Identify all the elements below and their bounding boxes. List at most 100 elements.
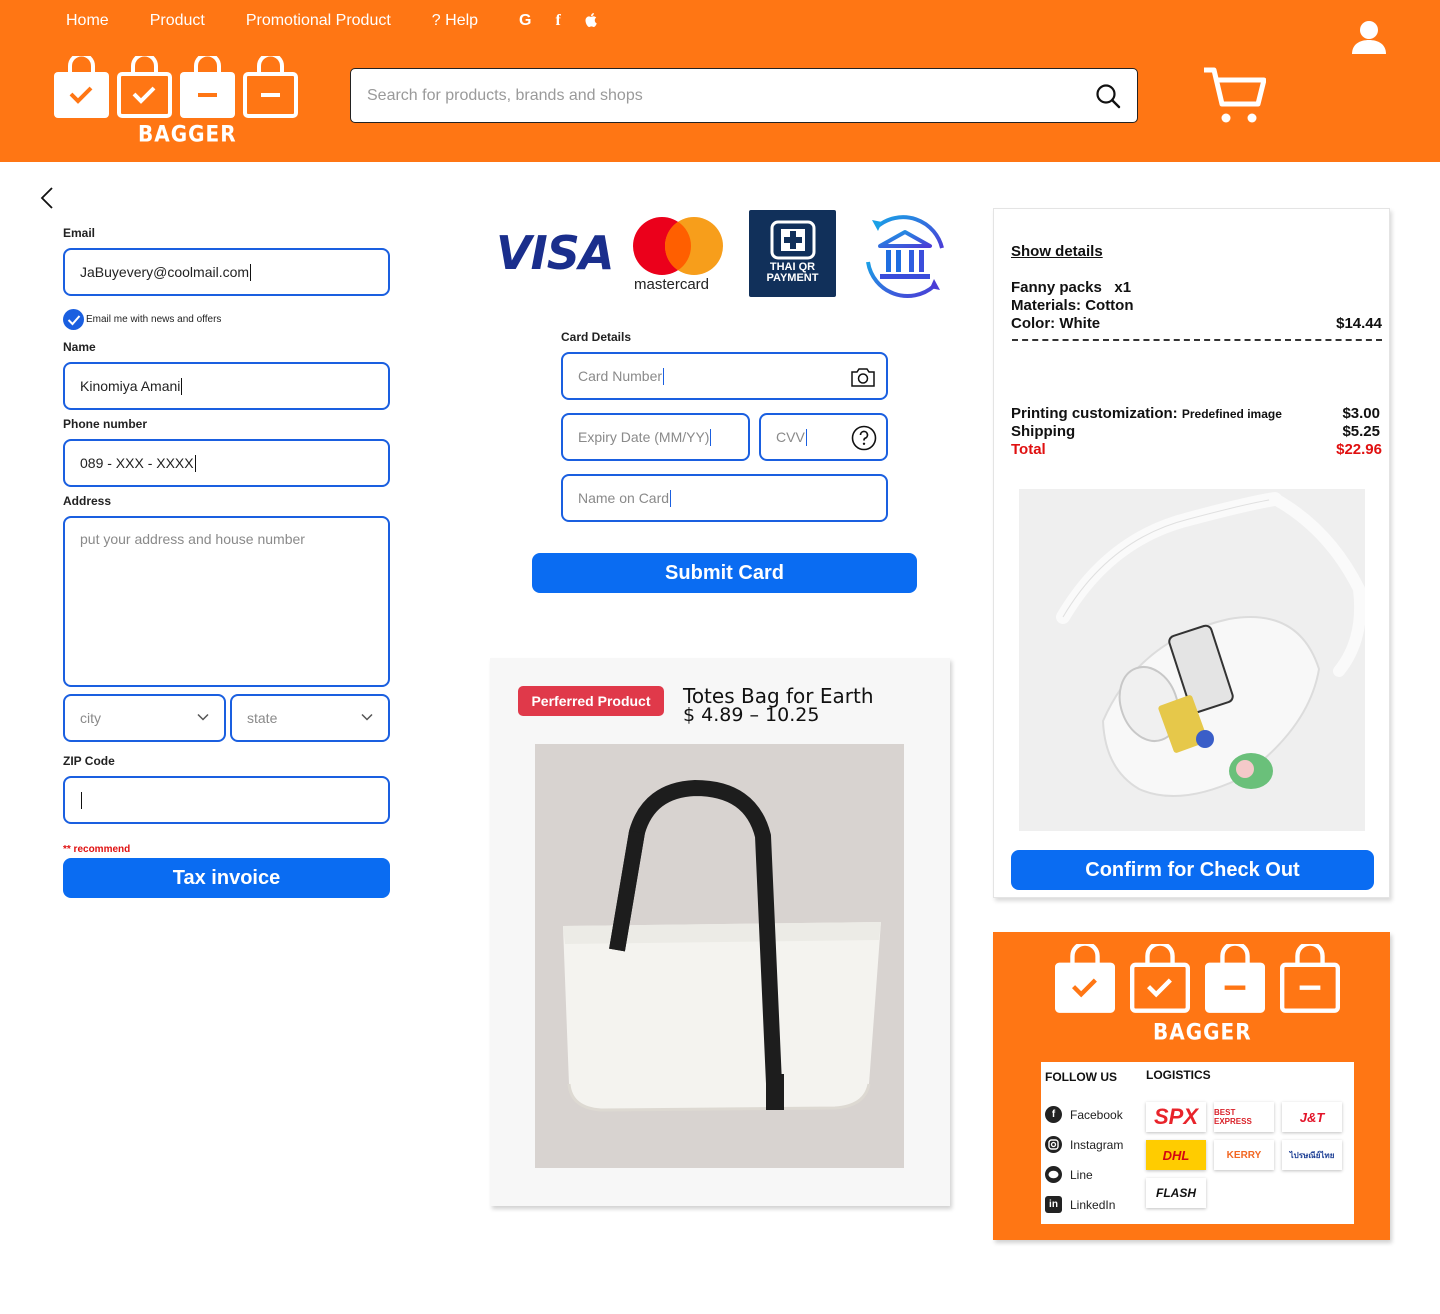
name-on-card-placeholder: Name on Card [578, 490, 670, 506]
thai-qr-payment-logo[interactable]: THAI QR PAYMENT [749, 210, 836, 297]
card-number-placeholder: Card Number [578, 368, 663, 384]
mastercard-icon[interactable] [630, 216, 726, 276]
phone-field[interactable]: 089 - XXX - XXXX [63, 439, 390, 487]
instagram-icon [1045, 1136, 1062, 1153]
qr-icon [770, 220, 816, 260]
kerry-logo[interactable]: KERRY [1214, 1140, 1274, 1170]
recommend-note: ** recommend [63, 844, 131, 855]
footer-link-facebook[interactable]: f Facebook [1045, 1106, 1123, 1123]
back-arrow-icon[interactable] [38, 186, 56, 210]
bag-minus-icon [180, 56, 235, 118]
nav-home[interactable]: Home [66, 12, 109, 30]
search-icon[interactable] [1095, 83, 1121, 109]
nav-help[interactable]: ? Help [432, 12, 478, 30]
email-value: JaBuyevery@coolmail.com [80, 264, 250, 280]
phone-value: 089 - XXX - XXXX [80, 455, 194, 471]
brand-logo[interactable]: BAGGER [54, 56, 304, 150]
name-on-card-field[interactable]: Name on Card [561, 474, 888, 522]
help-circle-icon[interactable] [851, 425, 877, 451]
footer-brand-name: BAGGER [1153, 1018, 1252, 1046]
text-caret [194, 454, 196, 472]
expiry-placeholder: Expiry Date (MM/YY) [578, 429, 710, 445]
tax-invoice-button[interactable]: Tax invoice [63, 858, 390, 898]
state-select[interactable]: state [230, 694, 390, 742]
qr-label: THAI QR PAYMENT [766, 261, 819, 284]
phone-label: Phone number [63, 417, 148, 431]
city-select[interactable]: city [63, 694, 226, 742]
state-placeholder: state [247, 710, 278, 726]
nav-product[interactable]: Product [150, 12, 205, 30]
line-icon [1045, 1166, 1062, 1183]
preferred-product-badge: Perferred Product [518, 686, 664, 716]
zip-label: ZIP Code [63, 754, 115, 768]
jt-express-logo[interactable]: J&T [1282, 1102, 1342, 1132]
dhl-logo[interactable]: DHL [1146, 1140, 1206, 1170]
item-materials: Materials: Cotton [1011, 297, 1134, 314]
facebook-icon: f [1045, 1106, 1062, 1123]
name-field[interactable]: Kinomiya Amani [63, 362, 390, 410]
linkedin-icon: in [1045, 1196, 1062, 1213]
fanny-pack-illustration [1019, 489, 1365, 831]
spx-logo[interactable]: SPX [1146, 1102, 1206, 1132]
logo-bags [54, 56, 304, 118]
bag-check-icon [1055, 944, 1115, 1013]
item-price: $14.44 [1336, 315, 1382, 332]
confirm-checkout-button[interactable]: Confirm for Check Out [1011, 850, 1374, 890]
bag-check-outline-icon [1130, 944, 1190, 1013]
flash-express-logo[interactable]: FLASH [1146, 1178, 1206, 1208]
visa-logo[interactable]: VISA [496, 226, 614, 280]
footer-link-linkedin[interactable]: in LinkedIn [1045, 1196, 1115, 1213]
address-placeholder: put your address and house number [80, 531, 305, 547]
text-caret [81, 791, 82, 809]
thailand-post-logo[interactable]: ไปรษณีย์ไทย [1282, 1140, 1342, 1170]
email-label: Email [63, 226, 96, 240]
bank-transfer-icon[interactable] [858, 208, 952, 302]
preferred-product-card[interactable]: Perferred Product Totes Bag for Earth $ … [490, 658, 950, 1206]
product-price: $ 4.89 – 10.25 [683, 704, 820, 726]
expiry-date-field[interactable]: Expiry Date (MM/YY) [561, 413, 750, 461]
footer-logo-bags [1055, 944, 1340, 1014]
search-input[interactable] [367, 83, 1067, 109]
checkbox-checked-icon[interactable] [63, 309, 84, 330]
footer-link-line[interactable]: Line [1045, 1166, 1093, 1183]
bag-check-outline-icon [117, 56, 172, 118]
cart-icon[interactable] [1202, 66, 1266, 126]
apple-icon[interactable] [585, 13, 599, 29]
footer-card: BAGGER FOLLOW US LOGISTICS f Facebook Ins… [993, 932, 1390, 1240]
bag-minus-icon [1205, 944, 1265, 1013]
shipping-label: Shipping [1011, 423, 1076, 440]
total-price: $22.96 [1336, 441, 1382, 458]
item-color: Color: White [1011, 315, 1101, 332]
google-icon[interactable]: G [519, 12, 531, 30]
cvv-field[interactable]: CVV [759, 413, 888, 461]
show-details-link[interactable]: Show details [1011, 243, 1103, 260]
bag-check-icon [54, 56, 109, 118]
facebook-icon[interactable]: f [556, 12, 561, 30]
total-label: Total [1011, 441, 1046, 458]
chevron-down-icon [361, 713, 373, 721]
footer-link-instagram[interactable]: Instagram [1045, 1136, 1123, 1153]
nav-promotional-product[interactable]: Promotional Product [246, 12, 391, 30]
shipping-price: $5.25 [1342, 423, 1380, 440]
item-name: Fanny packs x1 [1011, 279, 1132, 296]
tote-bag-illustration [535, 744, 904, 1168]
name-label: Name [63, 340, 96, 354]
email-field[interactable]: JaBuyevery@coolmail.com [63, 248, 390, 296]
text-caret [663, 367, 665, 385]
address-field[interactable]: put your address and house number [63, 516, 390, 687]
tote-bag-image[interactable] [535, 744, 904, 1168]
logistics-heading: LOGISTICS [1146, 1068, 1211, 1082]
zip-field[interactable] [63, 776, 390, 824]
news-checkbox-row[interactable]: Email me with news and offers [63, 309, 221, 330]
chevron-down-icon [197, 713, 209, 721]
best-express-logo[interactable]: BEST EXPRESS [1214, 1102, 1274, 1132]
printing-price: $3.00 [1342, 405, 1380, 422]
card-number-field[interactable]: Card Number [561, 352, 888, 400]
text-caret [805, 428, 807, 446]
text-caret [670, 489, 672, 507]
text-caret [710, 428, 712, 446]
user-icon[interactable] [1352, 20, 1386, 54]
submit-card-button[interactable]: Submit Card [532, 553, 917, 593]
fanny-pack-image [1019, 489, 1365, 831]
camera-icon[interactable] [850, 366, 876, 388]
